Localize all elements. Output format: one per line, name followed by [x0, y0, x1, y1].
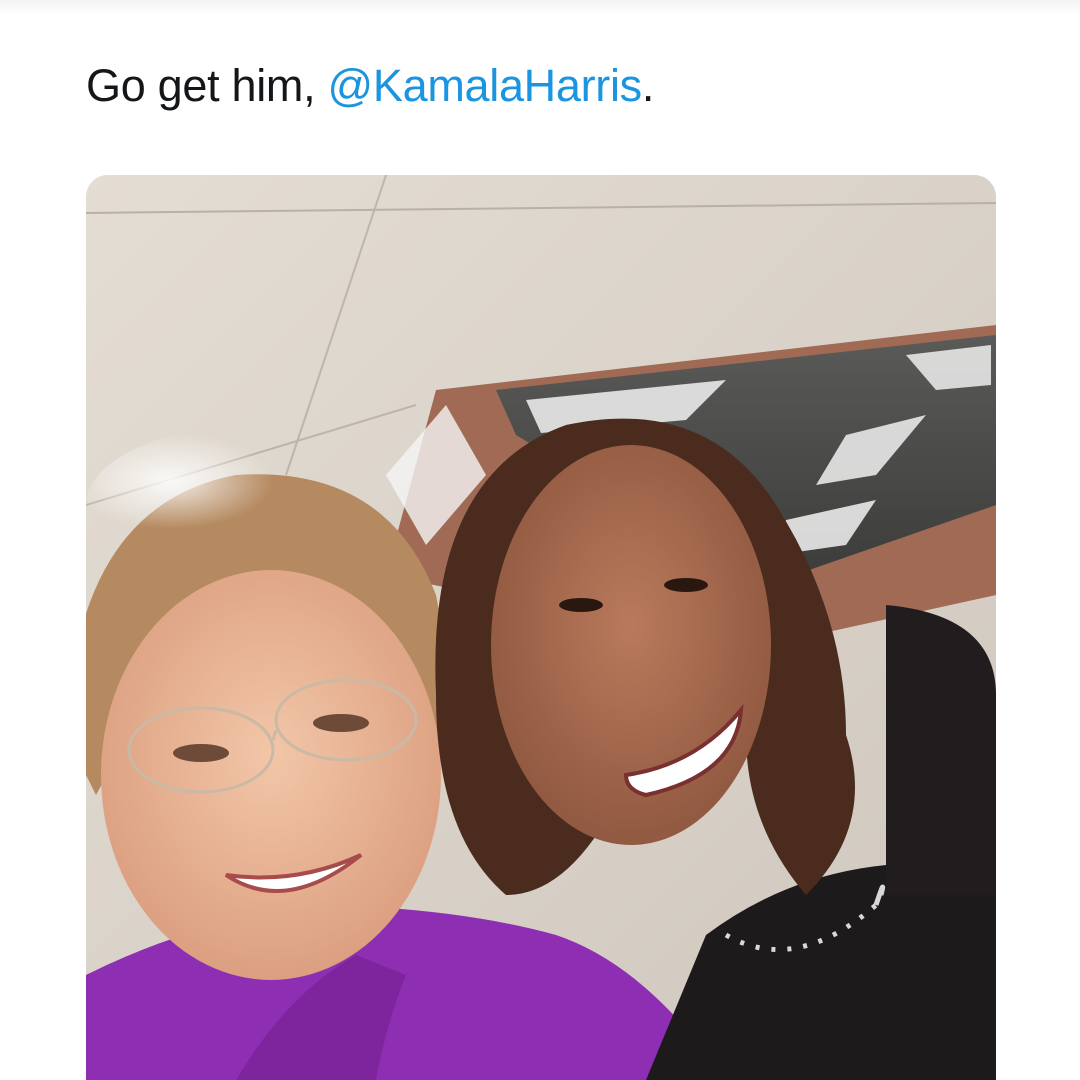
mention-link[interactable]: @KamalaHarris [328, 60, 643, 111]
left-face [101, 570, 441, 980]
tweet-text: Go get him, @KamalaHarris. [86, 56, 654, 116]
tweet-text-prefix: Go get him, [86, 60, 328, 111]
tweet-text-suffix: . [641, 60, 655, 111]
tweet-screenshot: Go get him, @KamalaHarris. [0, 0, 1080, 1080]
selfie-photo-illustration [86, 175, 996, 1080]
tweet-photo[interactable] [86, 175, 996, 1080]
top-edge-shadow [0, 0, 1080, 14]
